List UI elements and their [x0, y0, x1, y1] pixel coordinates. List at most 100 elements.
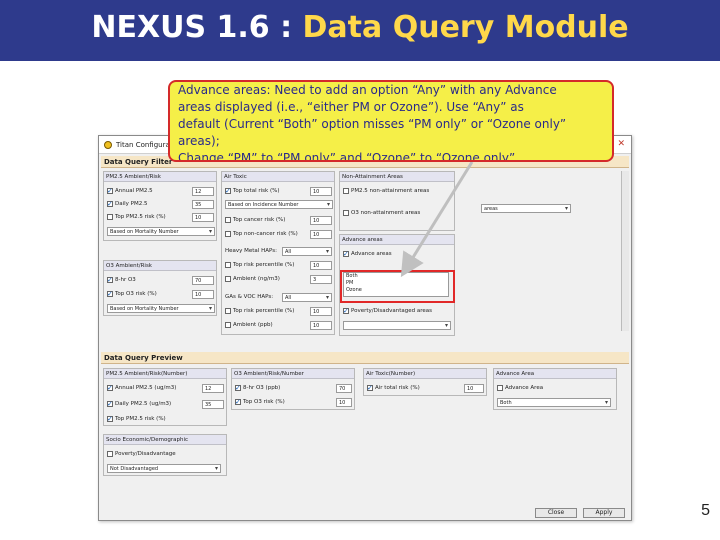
preview-pm-annual-label: Annual PM2.5 (ug/m3): [115, 385, 177, 391]
o3-top-risk-checkbox[interactable]: [107, 289, 113, 299]
advance-areas-checkbox[interactable]: [343, 249, 349, 259]
preview-pm-annual-checkbox[interactable]: [107, 383, 113, 393]
na-o3-row[interactable]: O3 non-attainment areas: [343, 208, 420, 218]
heavy-pct-checkbox[interactable]: [225, 261, 231, 268]
pm25-basis-select[interactable]: Based on Mortality Number: [107, 227, 215, 236]
pm25-daily-input[interactable]: 35: [192, 200, 214, 209]
voc-pct-input[interactable]: 10: [310, 307, 332, 316]
advance-areas-header: Advance areas: [340, 235, 454, 245]
o3-group-header: O3 Ambient/Risk: [104, 261, 216, 271]
preview-o3-amb-checkbox[interactable]: [235, 383, 241, 393]
pm25-top-risk-input[interactable]: 10: [192, 213, 214, 222]
pm25-group-header: PM2.5 Ambient/Risk: [104, 172, 216, 182]
at-total-select[interactable]: Based on Incidence Number: [225, 200, 333, 209]
preview-o3-amb-row[interactable]: 8-hr O3 (ppb): [235, 383, 280, 393]
preview-pm-annual-row[interactable]: Annual PM2.5 (ug/m3): [107, 383, 176, 393]
close-button[interactable]: Close: [535, 508, 577, 518]
voc-pct-row[interactable]: Top risk percentile (%): [225, 306, 294, 316]
preview-advance-header: Advance Area: [494, 369, 616, 379]
preview-pm-daily-input[interactable]: 35: [202, 400, 224, 409]
pm25-annual-row[interactable]: Annual PM2.5: [107, 186, 153, 196]
advance-areas-row[interactable]: Advance areas: [343, 249, 392, 259]
preview-pm-daily-label: Daily PM2.5 (ug/m3): [115, 401, 172, 407]
heavy-metal-select[interactable]: All: [282, 247, 332, 256]
preview-socio-checkbox[interactable]: [107, 450, 113, 457]
filter-scrollbar[interactable]: [621, 171, 629, 331]
o3-top-risk-row[interactable]: Top O3 risk (%): [107, 289, 157, 299]
preview-socio-group: Socio Economic/Demographic Poverty/Disad…: [103, 434, 227, 476]
at-noncancer-checkbox[interactable]: [225, 230, 231, 237]
at-total-checkbox[interactable]: [225, 186, 231, 196]
heavy-pct-row[interactable]: Top risk percentile (%): [225, 260, 294, 270]
voc-amb-input[interactable]: 10: [310, 321, 332, 330]
listbox-highlight: [340, 270, 455, 303]
na-pm25-row[interactable]: PM2.5 non-attainment areas: [343, 186, 429, 196]
preview-at-total-label: Air total risk (%): [375, 385, 420, 391]
preview-o3-risk-label: Top O3 risk (%): [243, 399, 285, 405]
preview-pm-top-label: Top PM2.5 risk (%): [115, 416, 166, 422]
pm25-daily-row[interactable]: Daily PM2.5: [107, 199, 147, 209]
preview-advance-row[interactable]: Advance Area: [497, 383, 543, 393]
na-o3-checkbox[interactable]: [343, 209, 349, 216]
preview-pm-daily-row[interactable]: Daily PM2.5 (ug/m3): [107, 399, 171, 409]
app-icon: [104, 141, 112, 149]
preview-o3-risk-checkbox[interactable]: [235, 397, 241, 407]
at-cancer-row[interactable]: Top cancer risk (%): [225, 215, 285, 225]
apply-button[interactable]: Apply: [583, 508, 625, 518]
close-icon[interactable]: ✕: [617, 139, 625, 149]
preview-at-total-checkbox[interactable]: [367, 383, 373, 393]
heavy-amb-input[interactable]: 3: [310, 275, 332, 284]
at-noncancer-row[interactable]: Top non-cancer risk (%): [225, 229, 298, 239]
heavy-amb-checkbox[interactable]: [225, 275, 231, 282]
poverty-row[interactable]: Poverty/Disadvantaged areas: [343, 306, 432, 316]
preview-pm-top-checkbox[interactable]: [107, 414, 113, 424]
pm25-annual-checkbox[interactable]: [107, 186, 113, 196]
preview-at-total-row[interactable]: Air total risk (%): [367, 383, 420, 393]
at-total-input[interactable]: 10: [310, 187, 332, 196]
preview-o3-risk-row[interactable]: Top O3 risk (%): [235, 397, 285, 407]
preview-socio-select[interactable]: Not Disadvantaged: [107, 464, 221, 473]
voc-pct-checkbox[interactable]: [225, 307, 231, 314]
poverty-select[interactable]: [343, 321, 451, 330]
preview-pm-annual-input[interactable]: 12: [202, 384, 224, 393]
callout-note: Advance areas: Need to add an option “An…: [168, 80, 614, 162]
preview-advance-label: Advance Area: [505, 385, 544, 391]
poverty-label: Poverty/Disadvantaged areas: [351, 308, 433, 314]
na-pm25-checkbox[interactable]: [343, 187, 349, 194]
heavy-amb-row[interactable]: Ambient (ng/m3): [225, 274, 280, 284]
at-noncancer-input[interactable]: 10: [310, 230, 332, 239]
at-cancer-input[interactable]: 10: [310, 216, 332, 225]
preview-at-total-input[interactable]: 10: [464, 384, 484, 393]
voc-amb-checkbox[interactable]: [225, 321, 231, 328]
preview-section-header: Data Query Preview: [101, 352, 629, 364]
voc-amb-row[interactable]: Ambient (ppb): [225, 320, 273, 330]
preview-socio-row[interactable]: Poverty/Disadvantage: [107, 449, 176, 459]
preview-o3-amb-input[interactable]: 70: [336, 384, 352, 393]
pm25-annual-input[interactable]: 12: [192, 187, 214, 196]
nonattain-select[interactable]: areas: [481, 204, 571, 213]
preview-pm-top-row[interactable]: Top PM2.5 risk (%): [107, 414, 166, 424]
heavy-pct-input[interactable]: 10: [310, 261, 332, 270]
o3-ambient-input[interactable]: 70: [192, 276, 214, 285]
o3-ambient-row[interactable]: 8-hr O3: [107, 275, 136, 285]
o3-basis-select[interactable]: Based on Mortality Number: [107, 304, 215, 313]
page-number: 5: [701, 502, 710, 519]
voc-select[interactable]: All: [282, 293, 332, 302]
preview-advance-select[interactable]: Both: [497, 398, 611, 407]
pm25-daily-checkbox[interactable]: [107, 199, 113, 209]
o3-ambient-checkbox[interactable]: [107, 275, 113, 285]
preview-o3-group: O3 Ambient/Risk/Number 8-hr O3 (ppb) 70 …: [231, 368, 355, 410]
callout-line: Advance areas: Need to add an option “An…: [178, 83, 557, 97]
preview-pm-daily-checkbox[interactable]: [107, 399, 113, 409]
at-total-row[interactable]: Top total risk (%): [225, 186, 279, 196]
poverty-checkbox[interactable]: [343, 306, 349, 316]
preview-o3-risk-input[interactable]: 10: [336, 398, 352, 407]
at-cancer-checkbox[interactable]: [225, 216, 231, 223]
o3-top-risk-input[interactable]: 10: [192, 290, 214, 299]
preview-o3-header: O3 Ambient/Risk/Number: [232, 369, 354, 379]
voc-label: GAs & VOC HAPs:: [225, 294, 274, 300]
preview-advance-checkbox[interactable]: [497, 384, 503, 391]
pm25-top-risk-row[interactable]: Top PM2.5 risk (%): [107, 212, 166, 222]
pm25-top-risk-checkbox[interactable]: [107, 213, 113, 220]
preview-advance-group: Advance Area Advance Area Both: [493, 368, 617, 410]
